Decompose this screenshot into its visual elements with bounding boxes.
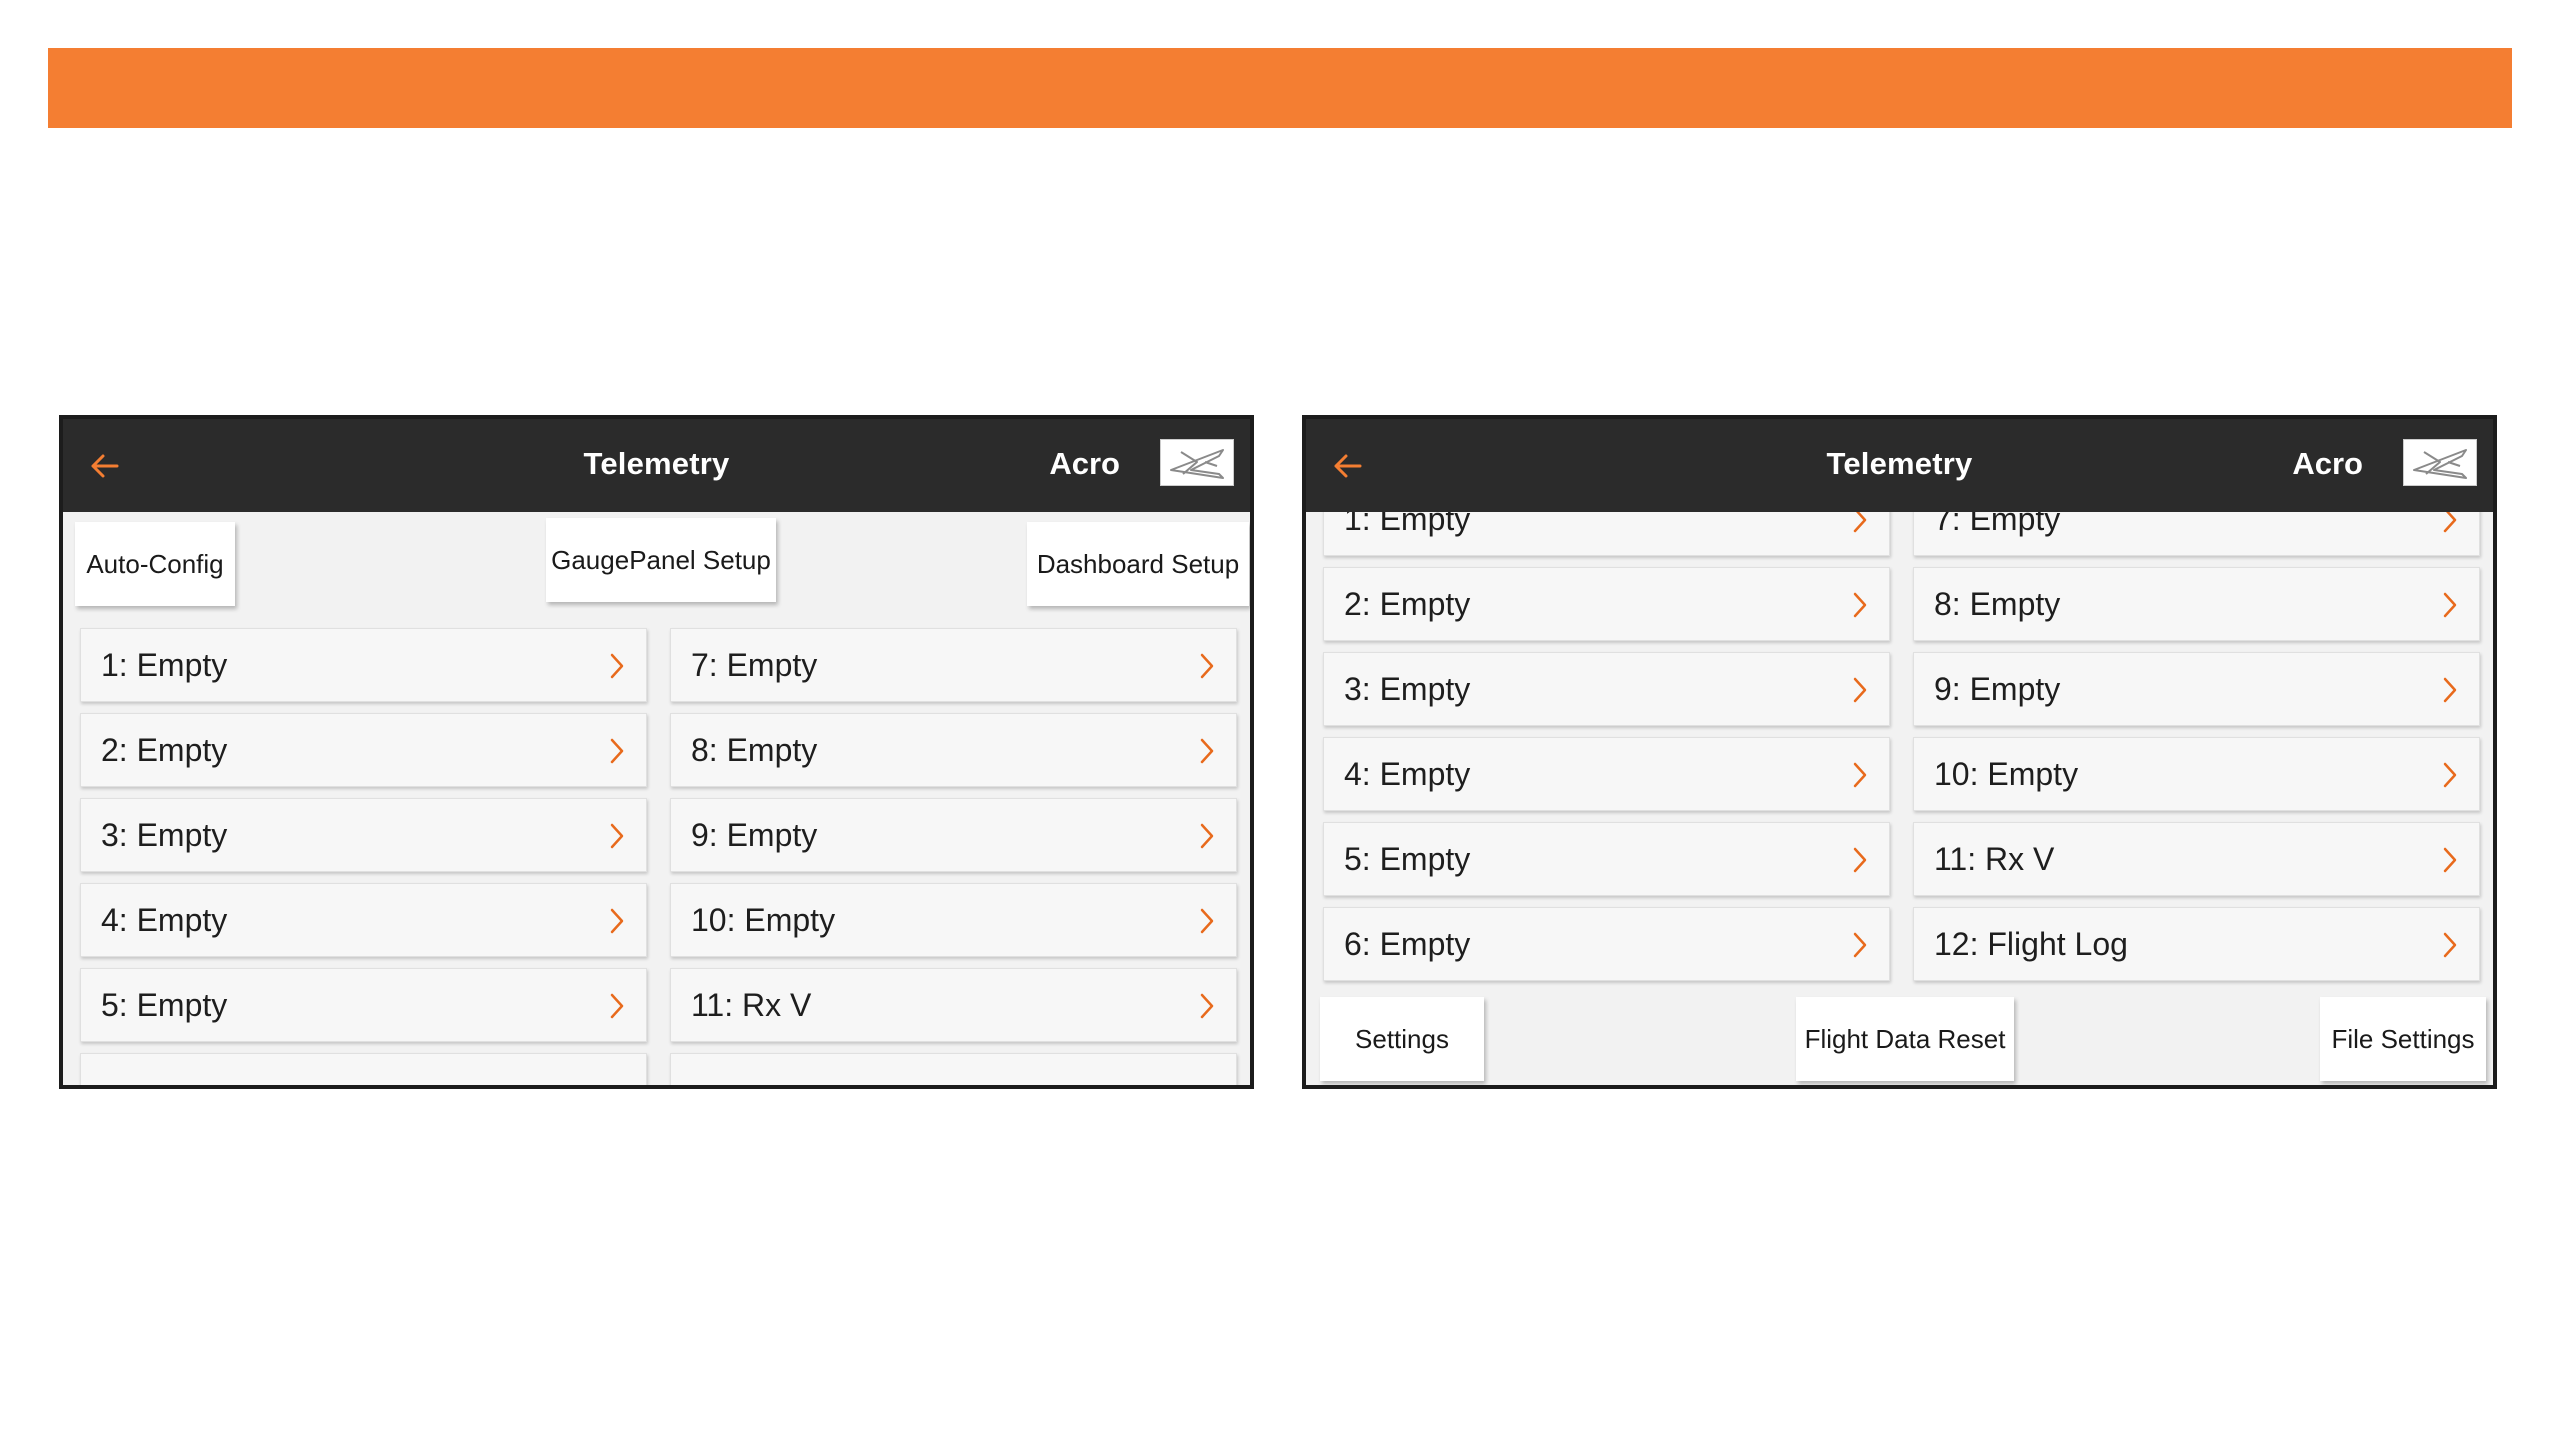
model-name: Acro (1049, 446, 1120, 481)
telemetry-slot-1[interactable]: 1: Empty (1323, 512, 1890, 556)
chevron-right-icon (1200, 738, 1214, 764)
slot-label: 7: Empty (691, 647, 818, 683)
title-bar: Telemetry Acro (63, 419, 1250, 512)
dashboard-setup-button[interactable]: Dashboard Setup (1027, 522, 1249, 606)
telemetry-slot-1[interactable]: 1: Empty (80, 628, 647, 702)
telemetry-slot-7[interactable]: 7: Empty (1913, 512, 2480, 556)
telemetry-slot-5[interactable]: 5: Empty (1323, 822, 1890, 896)
chevron-right-icon (2443, 592, 2457, 618)
telemetry-slot-6[interactable]: 6: Empty (1323, 907, 1890, 981)
slot-label: 8: Empty (1934, 586, 2061, 622)
slot-label: 10: Empty (691, 902, 836, 938)
chevron-right-icon (1853, 592, 1867, 618)
telemetry-screen-left: Telemetry Acro Auto-Config GaugePanel Se… (59, 415, 1254, 1089)
telemetry-slot-10[interactable]: 10: Empty (670, 883, 1237, 957)
airplane-icon (1170, 449, 1224, 479)
telemetry-slot-4[interactable]: 4: Empty (80, 883, 647, 957)
telemetry-slot-2[interactable]: 2: Empty (80, 713, 647, 787)
chevron-right-icon (1200, 908, 1214, 934)
chevron-right-icon (2443, 847, 2457, 873)
telemetry-slot-8[interactable]: 8: Empty (1913, 567, 2480, 641)
telemetry-slot-3[interactable]: 3: Empty (80, 798, 647, 872)
chevron-right-icon (610, 738, 624, 764)
auto-config-button[interactable]: Auto-Config (75, 522, 235, 606)
slot-label: 10: Empty (1934, 756, 2079, 792)
telemetry-slot-3[interactable]: 3: Empty (1323, 652, 1890, 726)
gaugepanel-setup-label: GaugePanel Setup (551, 544, 771, 575)
file-settings-label: File Settings (2331, 1023, 2475, 1054)
slot-label: 3: Empty (1344, 671, 1471, 707)
telemetry-slot-4[interactable]: 4: Empty (1323, 737, 1890, 811)
slot-label: 2: Empty (101, 732, 228, 768)
slot-label: 8: Empty (691, 732, 818, 768)
flight-data-reset-button[interactable]: Flight Data Reset (1796, 997, 2014, 1081)
slot-label: 5: Empty (101, 987, 228, 1023)
telemetry-slot-9[interactable]: 9: Empty (670, 798, 1237, 872)
telemetry-slot-11[interactable]: 11: Rx V (670, 968, 1237, 1042)
model-name: Acro (2292, 446, 2363, 481)
chevron-right-icon (610, 823, 624, 849)
chevron-right-icon (2443, 932, 2457, 958)
slot-label: 9: Empty (691, 817, 818, 853)
auto-config-label: Auto-Config (86, 548, 224, 579)
chevron-right-icon (610, 993, 624, 1019)
telemetry-slot-5[interactable]: 5: Empty (80, 968, 647, 1042)
slot-label: 9: Empty (1934, 671, 2061, 707)
top-banner (48, 48, 2512, 128)
chevron-right-icon (610, 653, 624, 679)
slot-label: 7: Empty (1934, 512, 2061, 537)
chevron-right-icon (1200, 653, 1214, 679)
telemetry-slot-2[interactable]: 2: Empty (1323, 567, 1890, 641)
chevron-right-icon (1853, 847, 1867, 873)
telemetry-slot-10[interactable]: 10: Empty (1913, 737, 2480, 811)
telemetry-screen-right: Telemetry Acro 1: Empty 2: Empty 3: Empt… (1302, 415, 2497, 1089)
chevron-right-icon (1853, 677, 1867, 703)
chevron-right-icon (1853, 512, 1867, 533)
chevron-right-icon (2443, 762, 2457, 788)
model-type-button[interactable] (2403, 439, 2477, 486)
telemetry-slot-partial[interactable] (80, 1053, 647, 1085)
telemetry-slot-11[interactable]: 11: Rx V (1913, 822, 2480, 896)
telemetry-slot-9[interactable]: 9: Empty (1913, 652, 2480, 726)
slot-label: 6: Empty (1344, 926, 1471, 962)
airplane-icon (2413, 449, 2467, 479)
slot-label: 12: Flight Log (1934, 926, 2128, 962)
slot-label: 1: Empty (1344, 512, 1471, 537)
model-type-button[interactable] (1160, 439, 1234, 486)
slot-label: 2: Empty (1344, 586, 1471, 622)
telemetry-slot-7[interactable]: 7: Empty (670, 628, 1237, 702)
flight-data-reset-label: Flight Data Reset (1804, 1023, 2006, 1054)
slot-label: 4: Empty (101, 902, 228, 938)
slot-label: 11: Rx V (1934, 841, 2055, 877)
chevron-right-icon (1853, 932, 1867, 958)
file-settings-button[interactable]: File Settings (2320, 997, 2486, 1081)
slot-label: 1: Empty (101, 647, 228, 683)
content-area: 1: Empty 2: Empty 3: Empty 4: Empty 5: E… (1306, 512, 2493, 1085)
chevron-right-icon (1200, 993, 1214, 1019)
telemetry-slot-partial[interactable] (670, 1053, 1237, 1085)
content-area: Auto-Config GaugePanel Setup Dashboard S… (63, 512, 1250, 1085)
telemetry-slot-12[interactable]: 12: Flight Log (1913, 907, 2480, 981)
chevron-right-icon (1200, 823, 1214, 849)
chevron-right-icon (2443, 677, 2457, 703)
chevron-right-icon (2443, 512, 2457, 533)
title-bar: Telemetry Acro (1306, 419, 2493, 512)
slot-label: 4: Empty (1344, 756, 1471, 792)
settings-label: Settings (1355, 1023, 1449, 1054)
telemetry-slot-8[interactable]: 8: Empty (670, 713, 1237, 787)
chevron-right-icon (1853, 762, 1867, 788)
chevron-right-icon (610, 908, 624, 934)
slot-label: 5: Empty (1344, 841, 1471, 877)
dashboard-setup-label: Dashboard Setup (1036, 548, 1240, 579)
settings-button[interactable]: Settings (1320, 997, 1484, 1081)
gaugepanel-setup-button[interactable]: GaugePanel Setup (546, 518, 776, 602)
slot-label: 3: Empty (101, 817, 228, 853)
slot-label: 11: Rx V (691, 987, 812, 1023)
